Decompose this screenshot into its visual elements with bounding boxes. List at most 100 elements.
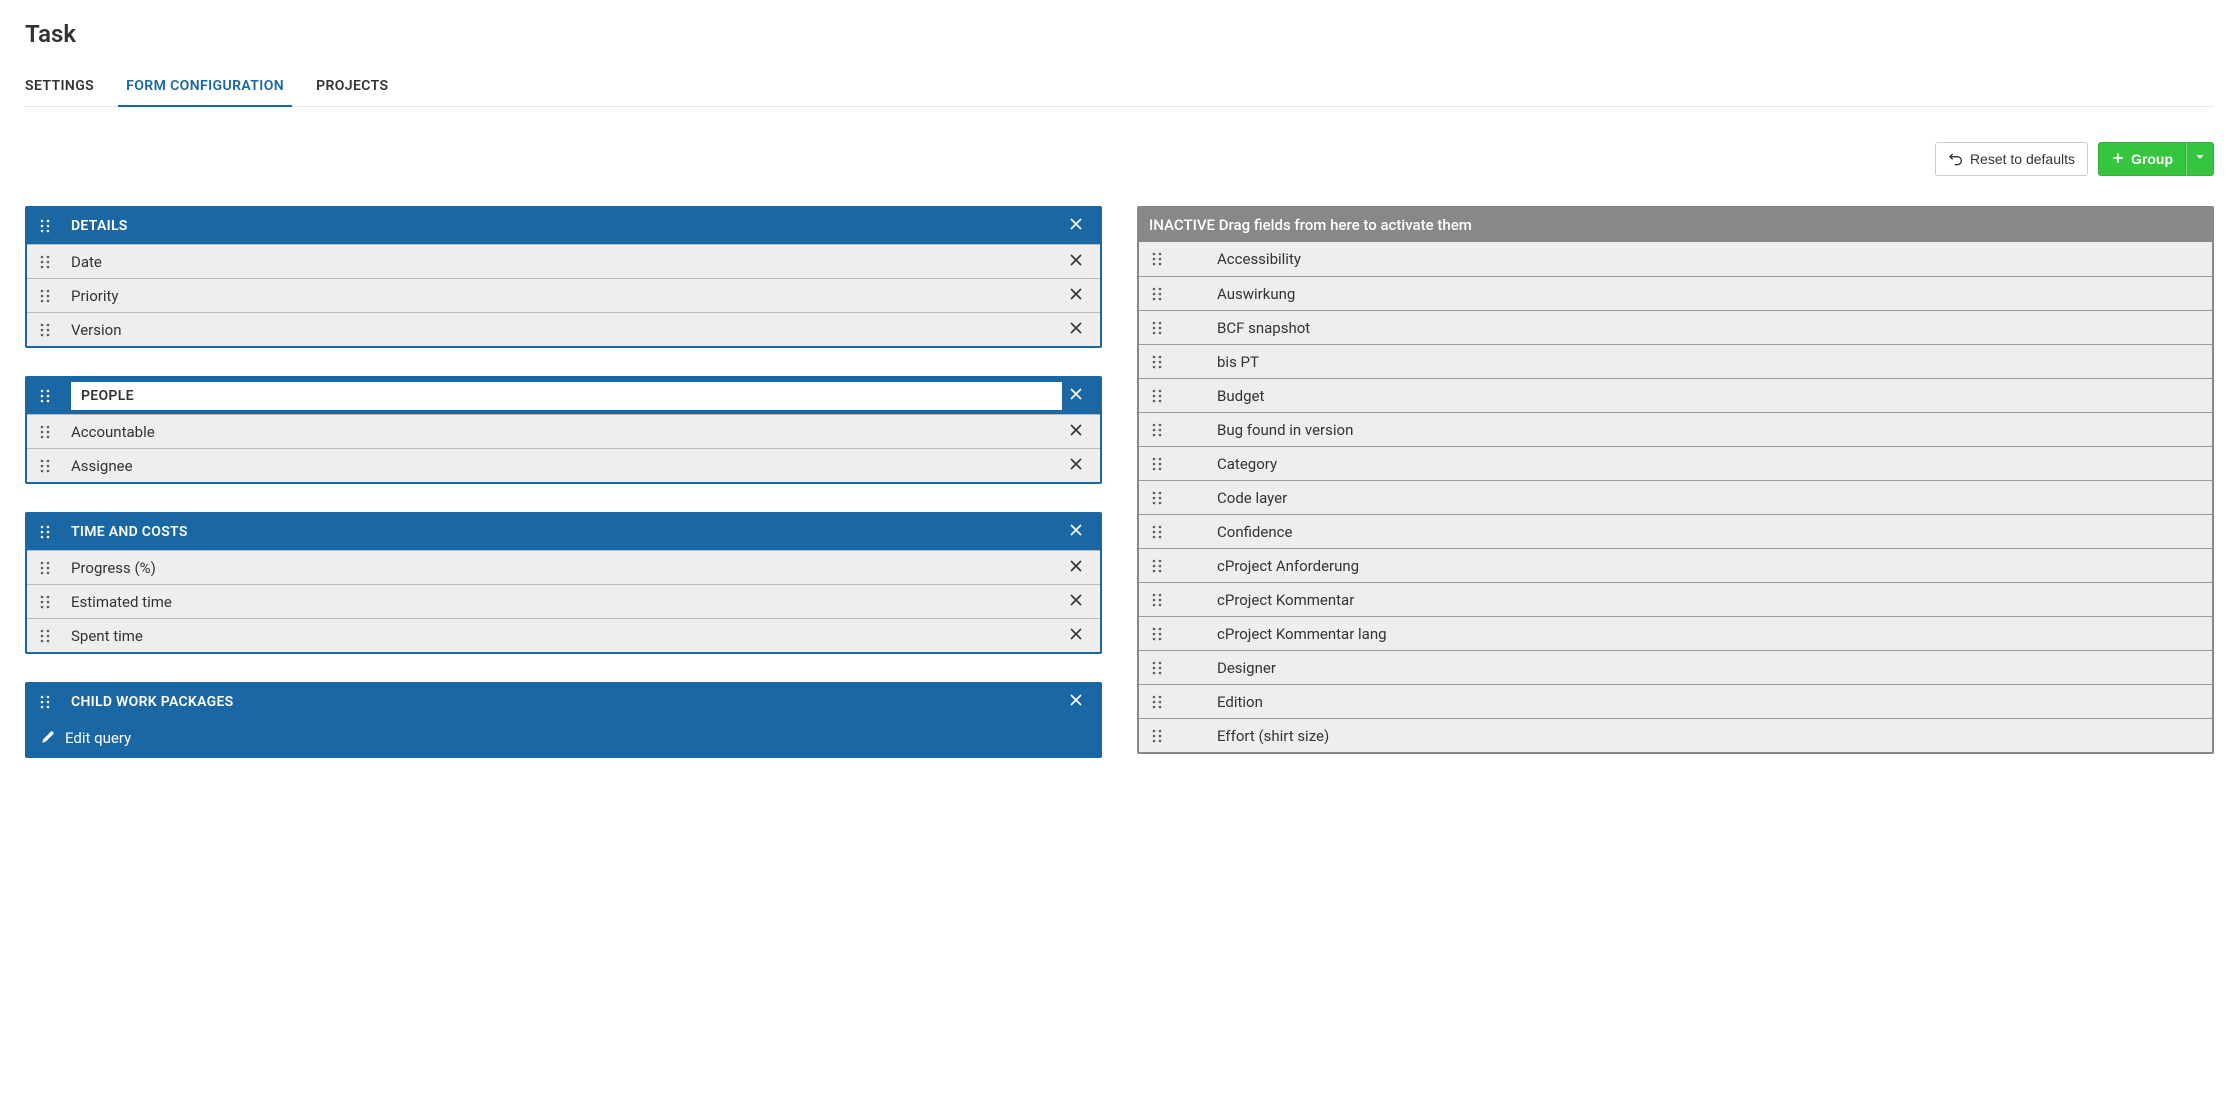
field-row[interactable]: Estimated time xyxy=(27,584,1100,618)
tab-form-configuration[interactable]: FORM CONFIGURATION xyxy=(126,78,284,106)
close-icon xyxy=(1070,218,1082,234)
drag-handle-icon[interactable] xyxy=(1145,661,1169,675)
drag-handle-icon[interactable] xyxy=(33,323,57,337)
pencil-icon xyxy=(41,728,57,748)
tab-projects[interactable]: PROJECTS xyxy=(316,78,388,106)
group-child-wp: CHILD WORK PACKAGES Edit query xyxy=(25,682,1102,758)
inactive-field-label: Auswirkung xyxy=(1169,285,1295,303)
remove-field-button[interactable] xyxy=(1062,560,1090,576)
inactive-field-label: Budget xyxy=(1169,387,1264,405)
drag-handle-icon[interactable] xyxy=(1145,729,1169,743)
drag-handle-icon[interactable] xyxy=(1145,287,1169,301)
group-title-input[interactable] xyxy=(71,382,1062,410)
drag-handle-icon[interactable] xyxy=(1145,423,1169,437)
field-row[interactable]: Progress (%) xyxy=(27,550,1100,584)
remove-field-button[interactable] xyxy=(1062,254,1090,270)
add-group-dropdown-toggle[interactable] xyxy=(2186,142,2214,176)
inactive-field-row[interactable]: Bug found in version xyxy=(1139,412,2212,446)
field-label: Date xyxy=(57,253,1062,271)
drag-handle-icon[interactable] xyxy=(33,219,57,233)
drag-handle-icon[interactable] xyxy=(1145,389,1169,403)
inactive-field-row[interactable]: Designer xyxy=(1139,650,2212,684)
inactive-field-label: Accessibility xyxy=(1169,250,1301,268)
inactive-field-row[interactable]: bis PT xyxy=(1139,344,2212,378)
inactive-field-row[interactable]: Auswirkung xyxy=(1139,276,2212,310)
group-people: Accountable Assignee xyxy=(25,376,1102,484)
remove-field-button[interactable] xyxy=(1062,322,1090,338)
drag-handle-icon[interactable] xyxy=(1145,491,1169,505)
drag-handle-icon[interactable] xyxy=(33,255,57,269)
field-label: Spent time xyxy=(57,627,1062,645)
remove-field-button[interactable] xyxy=(1062,424,1090,440)
drag-handle-icon[interactable] xyxy=(33,389,57,403)
inactive-field-row[interactable]: Edition xyxy=(1139,684,2212,718)
drag-handle-icon[interactable] xyxy=(1145,695,1169,709)
drag-handle-icon[interactable] xyxy=(33,629,57,643)
drag-handle-icon[interactable] xyxy=(1145,355,1169,369)
inactive-field-row[interactable]: cProject Kommentar lang xyxy=(1139,616,2212,650)
inactive-field-row[interactable]: cProject Kommentar xyxy=(1139,582,2212,616)
field-row[interactable]: Priority xyxy=(27,278,1100,312)
drag-handle-icon[interactable] xyxy=(1145,252,1169,266)
group-title-label[interactable]: CHILD WORK PACKAGES xyxy=(71,694,234,710)
drag-handle-icon[interactable] xyxy=(33,525,57,539)
drag-handle-icon[interactable] xyxy=(1145,627,1169,641)
inactive-field-label: Edition xyxy=(1169,693,1263,711)
drag-handle-icon[interactable] xyxy=(33,695,57,709)
inactive-field-row[interactable]: Budget xyxy=(1139,378,2212,412)
field-row[interactable]: Accountable xyxy=(27,414,1100,448)
drag-handle-icon[interactable] xyxy=(1145,559,1169,573)
inactive-box: INACTIVE Drag fields from here to activa… xyxy=(1137,206,2214,754)
drag-handle-icon[interactable] xyxy=(1145,457,1169,471)
drag-handle-icon[interactable] xyxy=(33,425,57,439)
remove-group-button[interactable] xyxy=(1062,524,1090,540)
inactive-field-label: bis PT xyxy=(1169,353,1259,371)
drag-handle-icon[interactable] xyxy=(1145,525,1169,539)
drag-handle-icon[interactable] xyxy=(33,595,57,609)
group-header: DETAILS xyxy=(27,208,1100,244)
close-icon xyxy=(1070,424,1082,440)
inactive-field-row[interactable]: BCF snapshot xyxy=(1139,310,2212,344)
remove-field-button[interactable] xyxy=(1062,458,1090,474)
inactive-field-label: cProject Kommentar lang xyxy=(1169,625,1387,643)
inactive-field-row[interactable]: Effort (shirt size) xyxy=(1139,718,2212,752)
inactive-field-row[interactable]: Category xyxy=(1139,446,2212,480)
group-details: DETAILS Date Priority Version xyxy=(25,206,1102,348)
reset-defaults-button[interactable]: Reset to defaults xyxy=(1935,142,2088,176)
close-icon xyxy=(1070,322,1082,338)
remove-group-button[interactable] xyxy=(1062,218,1090,234)
tab-settings[interactable]: SETTINGS xyxy=(25,78,94,106)
plus-icon xyxy=(2111,151,2125,168)
inactive-field-row[interactable]: Accessibility xyxy=(1139,242,2212,276)
field-row[interactable]: Spent time xyxy=(27,618,1100,652)
group-title-label[interactable]: TIME AND COSTS xyxy=(71,524,188,540)
drag-handle-icon[interactable] xyxy=(1145,321,1169,335)
inactive-fields-column: INACTIVE Drag fields from here to activa… xyxy=(1137,206,2214,754)
close-icon xyxy=(1070,254,1082,270)
remove-field-button[interactable] xyxy=(1062,628,1090,644)
remove-group-button[interactable] xyxy=(1062,388,1090,404)
field-row[interactable]: Date xyxy=(27,244,1100,278)
drag-handle-icon[interactable] xyxy=(33,561,57,575)
field-label: Accountable xyxy=(57,423,1062,441)
add-group-button[interactable]: Group xyxy=(2098,142,2186,176)
drag-handle-icon[interactable] xyxy=(33,289,57,303)
remove-group-button[interactable] xyxy=(1062,694,1090,710)
field-row[interactable]: Assignee xyxy=(27,448,1100,482)
field-row[interactable]: Version xyxy=(27,312,1100,346)
drag-handle-icon[interactable] xyxy=(1145,593,1169,607)
remove-field-button[interactable] xyxy=(1062,594,1090,610)
inactive-field-label: Confidence xyxy=(1169,523,1292,541)
inactive-header: INACTIVE Drag fields from here to activa… xyxy=(1139,208,2212,242)
inactive-field-row[interactable]: cProject Anforderung xyxy=(1139,548,2212,582)
toolbar: Reset to defaults Group xyxy=(25,142,2214,176)
group-title-label[interactable]: DETAILS xyxy=(71,218,128,234)
drag-handle-icon[interactable] xyxy=(33,459,57,473)
remove-field-button[interactable] xyxy=(1062,288,1090,304)
edit-query-button[interactable]: Edit query xyxy=(27,720,1100,756)
inactive-field-label: Code layer xyxy=(1169,489,1287,507)
field-label: Version xyxy=(57,321,1062,339)
inactive-field-row[interactable]: Code layer xyxy=(1139,480,2212,514)
inactive-field-row[interactable]: Confidence xyxy=(1139,514,2212,548)
close-icon xyxy=(1070,560,1082,576)
